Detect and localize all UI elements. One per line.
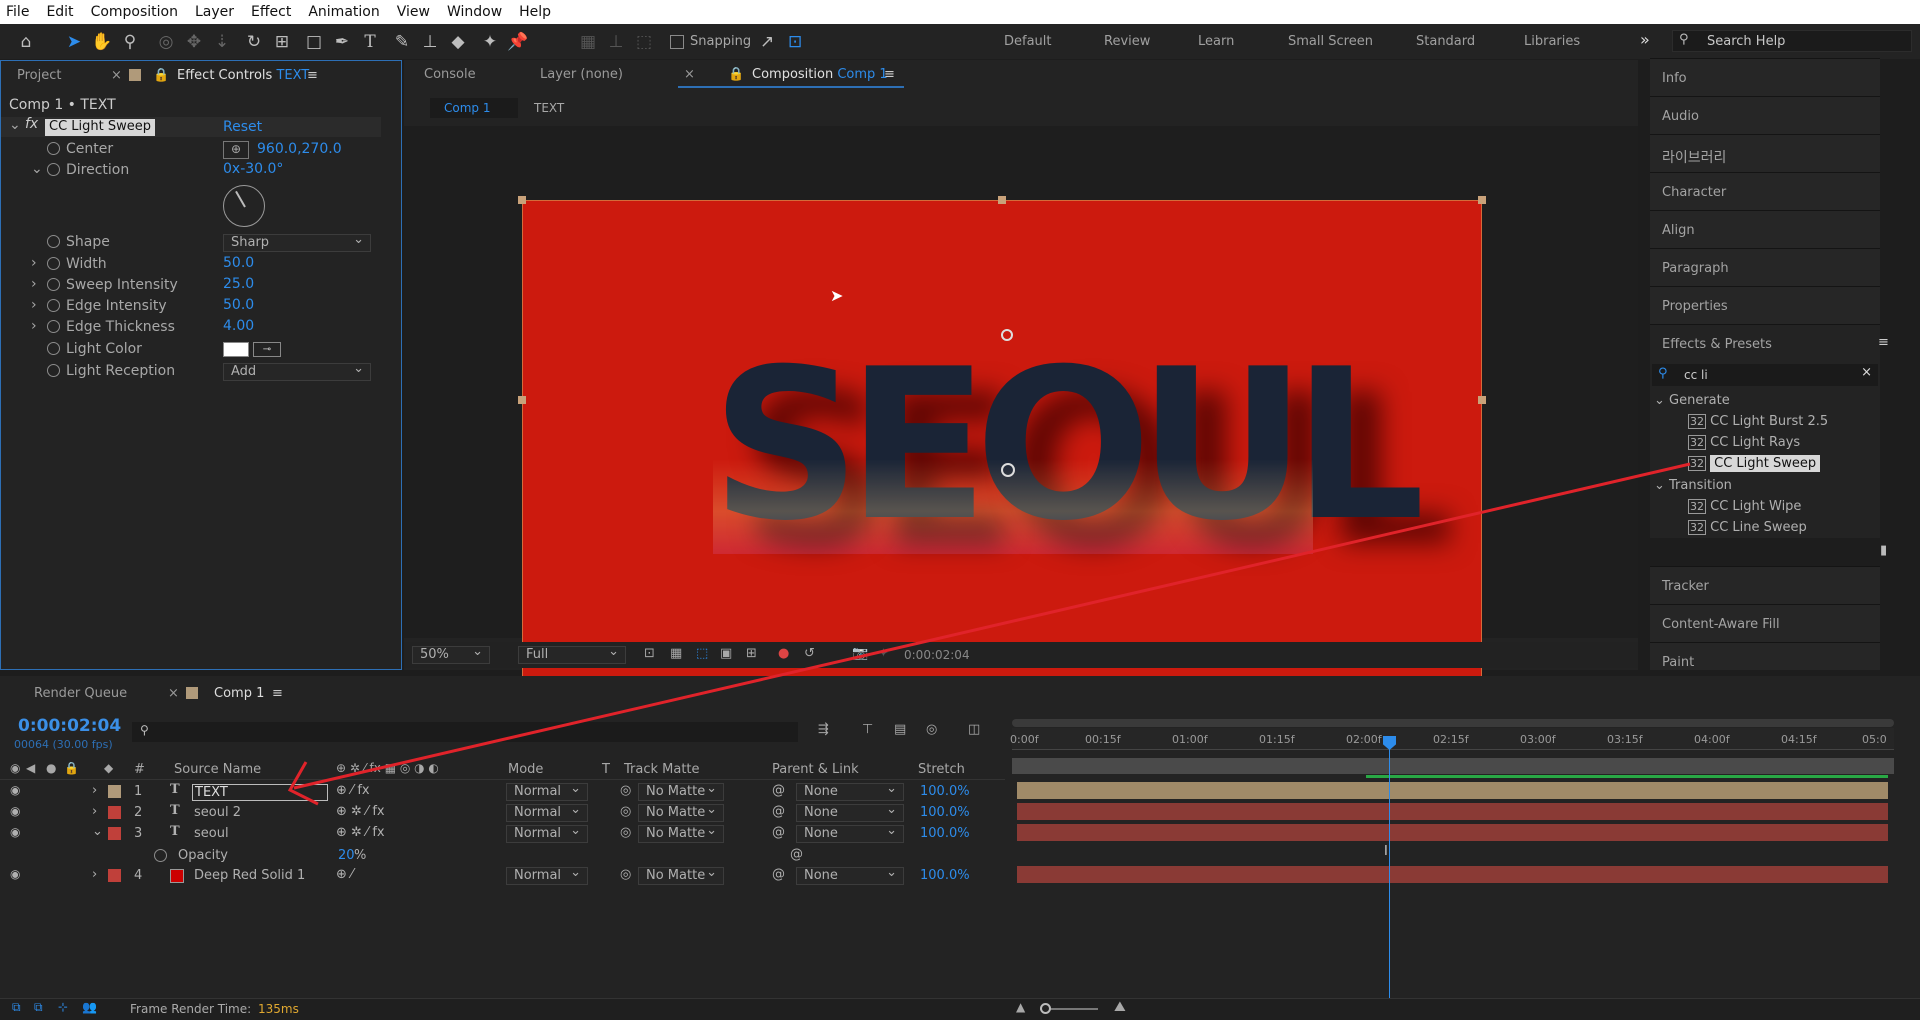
toggle-switches-icon[interactable]: ⧉: [12, 1000, 21, 1015]
toggle-render-time-icon[interactable]: 👥: [82, 1000, 97, 1014]
zoom-out-icon[interactable]: ▲: [1016, 1000, 1025, 1014]
render-time-value: 135ms: [258, 1002, 299, 1016]
toggle-modes-icon[interactable]: ⧉: [34, 1000, 43, 1015]
render-time-label: Frame Render Time:: [130, 1002, 252, 1016]
zoom-slider-handle[interactable]: [1040, 1003, 1051, 1014]
toggle-in-out-icon[interactable]: ⊹: [58, 1000, 68, 1014]
annotation-arrow: [287, 462, 1691, 806]
zoom-in-icon[interactable]: ⛰: [1114, 999, 1126, 1015]
